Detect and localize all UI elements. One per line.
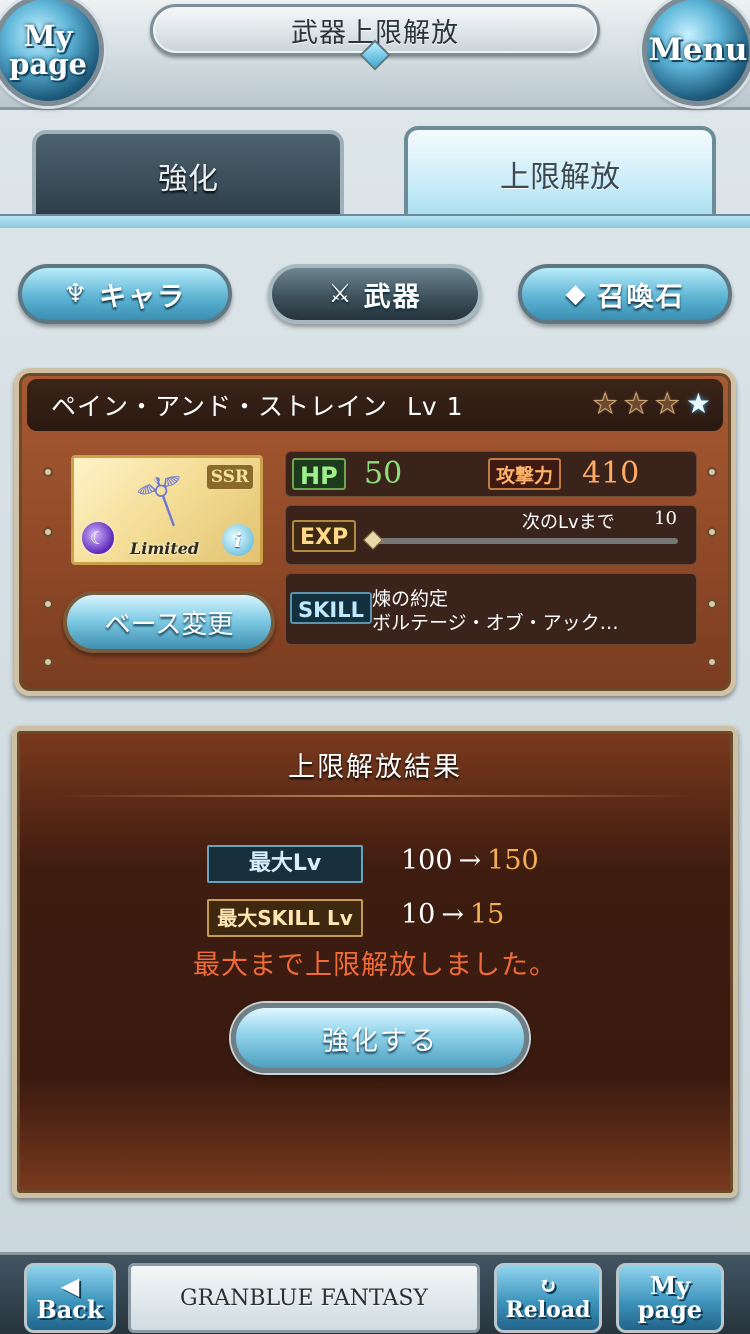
header-bar: My page 武器上限解放 Menu	[0, 0, 750, 110]
crystal-icon: ◆	[565, 279, 588, 309]
max-skill-lv-values: 10 → 15	[401, 899, 504, 930]
chara-emblem-icon: ♆	[63, 279, 90, 309]
tab-underline	[0, 214, 750, 228]
limited-label: Limited	[130, 539, 200, 558]
reload-button[interactable]: ↻ Reload	[494, 1263, 602, 1333]
tab-enhance-label: 強化	[158, 162, 218, 197]
skill-name-1: 煉の約定	[372, 588, 449, 610]
next-lv-value: 10	[654, 508, 677, 529]
mypage-orb-button[interactable]: My page	[0, 0, 104, 106]
rivet-decoration	[707, 527, 717, 537]
atk-value: 410	[582, 456, 640, 491]
category-weapon-label: 武器	[363, 281, 422, 313]
dark-element-icon: ☾	[80, 520, 116, 556]
tab-limit-break[interactable]: 上限解放	[404, 126, 716, 218]
rivet-decoration	[43, 527, 53, 537]
back-button[interactable]: ◀ Back	[24, 1263, 116, 1333]
exp-row: EXP 次のLvまで 10	[285, 505, 697, 565]
rivet-decoration	[43, 599, 53, 609]
rarity-badge: SSR	[205, 464, 254, 490]
rivet-decoration	[707, 657, 717, 667]
menu-orb-button[interactable]: Menu	[642, 0, 750, 106]
rivet-decoration	[43, 657, 53, 667]
star-icon: ★	[623, 387, 649, 420]
category-chara-button[interactable]: ♆ キャラ	[18, 264, 232, 324]
skill-tag: SKILL	[290, 592, 372, 624]
rivet-decoration	[707, 467, 717, 477]
arrow-right-icon: →	[441, 899, 464, 930]
reload-button-label: ↻ Reload	[505, 1273, 591, 1323]
tab-limit-break-label: 上限解放	[500, 160, 620, 195]
result-divider	[57, 795, 693, 797]
result-title: 上限解放結果	[288, 752, 462, 783]
max-lv-values: 100 → 150	[401, 845, 539, 876]
scythe-icon: ⚚	[121, 455, 209, 553]
uncap-stars: ★ ★ ★ ★	[592, 387, 711, 420]
category-summon-button[interactable]: ◆ 召喚石	[518, 264, 732, 324]
footer-mypage-label: My page	[637, 1271, 703, 1324]
max-lv-from: 100	[401, 845, 453, 876]
hp-tag: HP	[292, 458, 346, 490]
exp-tag: EXP	[292, 520, 357, 552]
tab-enhance[interactable]: 強化	[32, 130, 344, 218]
category-summon-label: 召喚石	[597, 281, 685, 313]
footer-bar: ◀ Back GRANBLUE FANTASY ↻ Reload My page	[0, 1252, 750, 1334]
hp-atk-row: HP 50 攻撃力 410	[285, 451, 697, 497]
max-skill-from: 10	[401, 899, 436, 930]
weapon-name-line: ペイン・アンド・ストレイン Lv 1	[51, 387, 464, 423]
exp-progress-bar	[363, 530, 678, 550]
exp-progress-knob	[363, 530, 383, 550]
arrow-right-icon: →	[458, 845, 482, 876]
star-icon: ★	[685, 387, 711, 420]
base-change-label: ベース変更	[104, 609, 234, 640]
atk-tag: 攻撃力	[488, 458, 562, 490]
game-logo: GRANBLUE FANTASY	[128, 1263, 480, 1333]
limit-break-result-panel: 上限解放結果 最大Lv 100 → 150 最大SKILL Lv 10 → 15 最大ま…	[12, 726, 738, 1198]
game-logo-text: GRANBLUE FANTASY	[180, 1285, 428, 1311]
weapon-level: Lv 1	[406, 392, 464, 421]
back-button-label: ◀ Back	[36, 1271, 104, 1324]
skill-name-2: ボルテージ・オブ・アック…	[372, 612, 619, 634]
weapon-info-panel: ペイン・アンド・ストレイン Lv 1 ★ ★ ★ ★ ⚚ SSR ☾ Limit…	[14, 368, 736, 696]
rivet-decoration	[43, 467, 53, 477]
limit-break-complete-message: 最大まで上限解放しました。	[193, 950, 557, 981]
max-lv-to: 150	[487, 845, 539, 876]
max-lv-label: 最大Lv	[207, 845, 363, 883]
crossed-swords-icon: ⚔	[328, 279, 354, 309]
star-icon: ★	[592, 387, 618, 420]
category-chara-label: キャラ	[99, 281, 187, 313]
mypage-orb-label: My page	[9, 19, 87, 81]
category-weapon-button[interactable]: ⚔ 武器	[268, 264, 482, 324]
weapon-name-bar: ペイン・アンド・ストレイン Lv 1 ★ ★ ★ ★	[27, 379, 723, 431]
skill-row[interactable]: SKILL 煉の約定 ボルテージ・オブ・アック…	[285, 573, 697, 645]
enhance-button[interactable]: 強化する	[231, 1003, 529, 1073]
weapon-thumbnail[interactable]: ⚚ SSR ☾ Limited i	[71, 455, 263, 565]
max-skill-to: 15	[469, 899, 505, 930]
max-skill-lv-label: 最大SKILL Lv	[207, 899, 363, 937]
base-change-button[interactable]: ベース変更	[63, 591, 275, 653]
next-lv-label: 次のLvまで	[522, 512, 615, 533]
weapon-name: ペイン・アンド・ストレイン	[51, 392, 389, 421]
info-icon[interactable]: i	[222, 524, 254, 556]
rivet-decoration	[707, 599, 717, 609]
menu-orb-label: Menu	[648, 32, 748, 68]
star-icon: ★	[654, 387, 680, 420]
hp-value: 50	[364, 456, 403, 491]
enhance-button-label: 強化する	[322, 1025, 438, 1057]
footer-mypage-button[interactable]: My page	[616, 1263, 724, 1333]
